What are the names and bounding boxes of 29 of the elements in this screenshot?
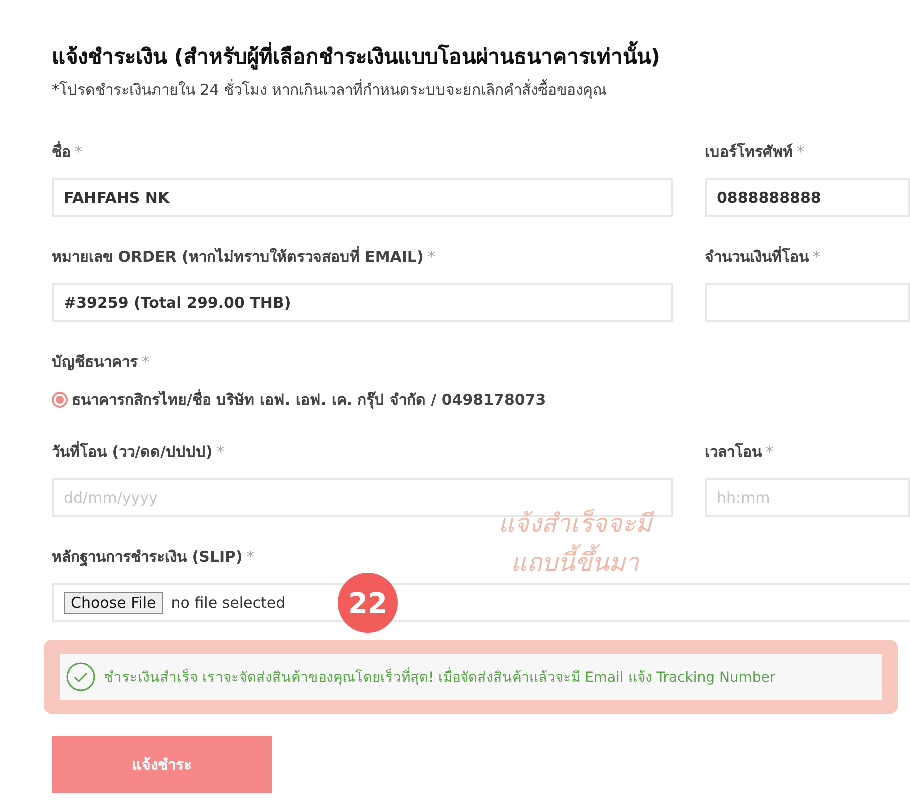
field-label: บัญชีธนาคาร [52, 352, 138, 373]
required-mark: * [428, 248, 436, 266]
radio-button[interactable] [52, 392, 68, 408]
field-label: วันที่โอน (วว/ดด/ปปปป) [52, 440, 213, 463]
input-field[interactable]: 0888888888 [705, 178, 910, 217]
success-message: ชำระเงินสำเร็จ เราจะจัดส่งสินค้าของคุณโดยเร็วที่สุด! เมื่อจัดส่งสินค้าแล้วจะมี Email แจ้ง Tracking Number [104, 666, 776, 688]
field-label: เบอร์โทรศัพท์ [705, 142, 793, 163]
required-mark: * [216, 443, 224, 461]
required-mark: * [797, 143, 804, 161]
required-mark: * [246, 548, 254, 566]
required-mark: * [142, 353, 150, 371]
check-circle-icon [66, 662, 96, 692]
field-label: ชื่อ [52, 140, 71, 163]
field-label: จำนวนเงินที่โอน [705, 245, 809, 268]
step-badge: 22 [338, 573, 398, 633]
radio-label: ธนาคารกสิกรไทย/ชื่อ บริษัท เอฟ. เอฟ. เค. กรุ๊ป จำกัด / 0498178073 [72, 388, 546, 412]
required-mark: * [766, 443, 774, 461]
field-label: เวลาโอน [705, 442, 762, 463]
handwritten-note: แถบนี้ขึ้นมา [503, 544, 647, 582]
required-mark: * [75, 143, 82, 161]
field-label: หลักฐานการชำระเงิน (SLIP) [52, 547, 243, 569]
file-status: no file selected [171, 594, 286, 612]
input-field[interactable]: FAHFAHS NK [52, 178, 673, 217]
field-label: หมายเลข ORDER (หากไม่ทราบให้ตรวจสอบที่ EMAIL) [52, 245, 424, 268]
payment-note: *โปรดชำระเงินภายใน 24 ชั่วโมง หากเกินเวลาที่กำหนดระบบจะยกเลิกคำสั่งซื้อของคุณ [52, 78, 608, 102]
choose-file-button[interactable]: Choose File [64, 592, 164, 614]
input-field[interactable]: #39259 (Total 299.00 THB) [52, 283, 673, 322]
page-title: แจ้งชำระเงิน (สำหรับผู้ที่เลือกชำระเงินแบบโอนผ่านธนาคารเท่านั้น) [52, 40, 910, 74]
required-mark: * [813, 248, 820, 266]
